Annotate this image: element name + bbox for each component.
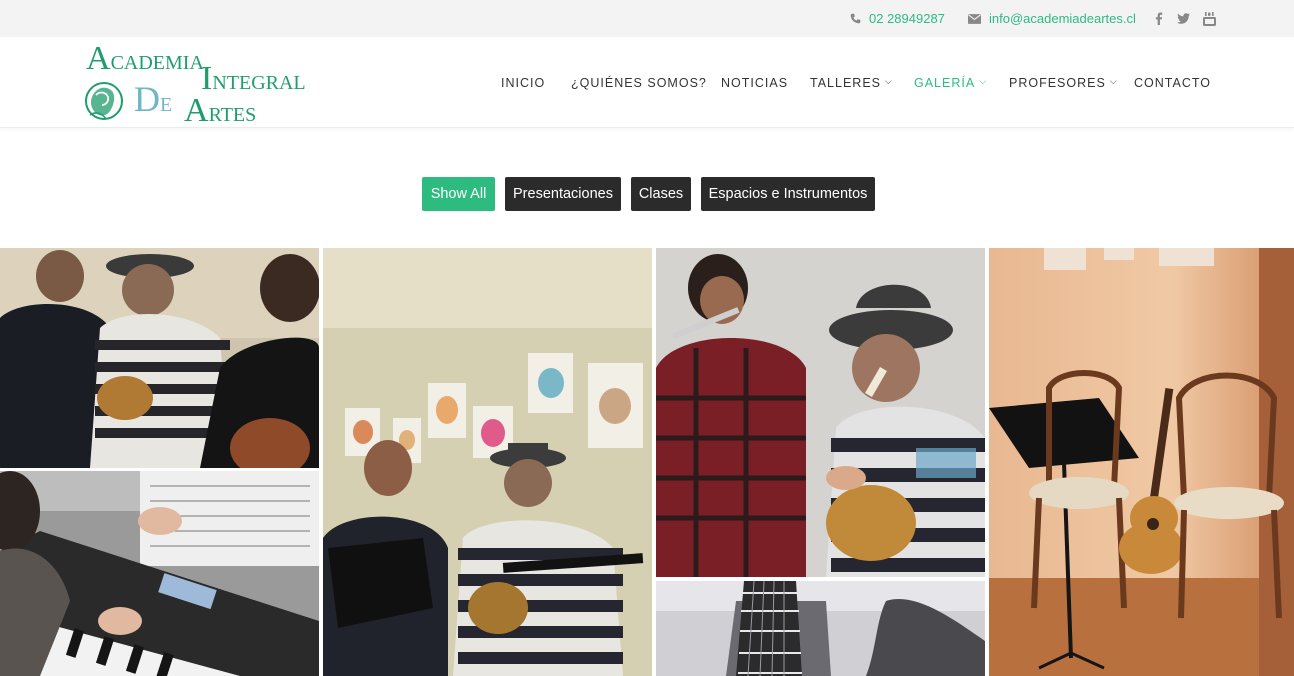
svg-text:DE: DE — [134, 79, 172, 119]
logo-a2-letter: A — [184, 92, 209, 127]
facebook-icon[interactable] — [1155, 0, 1163, 37]
gallery-photo-flute-duo[interactable] — [656, 248, 985, 577]
logo-rtes: RTES — [209, 104, 257, 126]
logo-ntegral: NTEGRAL — [212, 72, 305, 94]
logo-emblem-icon — [85, 82, 123, 120]
logo-e-letter: E — [160, 94, 172, 116]
logo-d-letter: D — [134, 79, 160, 119]
nav-item-profesores[interactable]: PROFESORES ⌵ — [1009, 37, 1118, 128]
filter-clases-button[interactable]: Clases — [631, 177, 691, 211]
site-logo[interactable]: ACADEMIA INTEGRAL DE ARTES — [84, 39, 306, 129]
gallery-photo-performance[interactable] — [323, 248, 652, 676]
phone-icon — [850, 13, 861, 24]
gallery-photo-piano[interactable] — [0, 471, 319, 676]
chevron-down-icon: ⌵ — [979, 76, 988, 86]
twitter-icon[interactable] — [1177, 0, 1190, 37]
chevron-down-icon: ⌵ — [1109, 76, 1118, 86]
nav-item-quienes-somos[interactable]: ¿QUIÉNES SOMOS? — [571, 37, 707, 128]
svg-text:INTEGRAL: INTEGRAL — [201, 60, 306, 97]
email-address: info@academiadeartes.cl — [989, 11, 1136, 26]
nav-item-contacto[interactable]: CONTACTO — [1134, 37, 1211, 128]
email-contact[interactable]: info@academiadeartes.cl — [968, 0, 1136, 37]
main-header: ACADEMIA INTEGRAL DE ARTES INICIO ¿QUIÉN… — [0, 37, 1294, 129]
gallery-photo-room-instruments[interactable] — [989, 248, 1294, 676]
chevron-down-icon: ⌵ — [885, 76, 893, 86]
svg-text:ARTES: ARTES — [184, 92, 256, 127]
nav-item-talleres[interactable]: TALLERES ⌵ — [810, 37, 893, 128]
logo-cademia: CADEMIA — [111, 52, 205, 74]
nav-item-inicio[interactable]: INICIO — [501, 37, 545, 128]
filter-show-all-button[interactable]: Show All — [422, 177, 495, 211]
phone-number: 02 28949287 — [869, 11, 945, 26]
logo-a-letter: A — [86, 40, 111, 77]
gallery-photo-guitar-neck[interactable] — [656, 581, 985, 676]
top-bar: 02 28949287 info@academiadeartes.cl — [0, 0, 1294, 37]
filter-espacios-button[interactable]: Espacios e Instrumentos — [701, 177, 875, 211]
gallery-photo-guitarists[interactable] — [0, 248, 319, 468]
envelope-icon — [968, 13, 981, 24]
nav-item-galeria[interactable]: GALERÍA ⌵ — [914, 37, 987, 128]
filter-presentaciones-button[interactable]: Presentaciones — [505, 177, 621, 211]
phone-contact[interactable]: 02 28949287 — [850, 0, 945, 37]
youtube-icon[interactable] — [1203, 0, 1216, 37]
nav-item-noticias[interactable]: NOTICIAS — [721, 37, 788, 128]
svg-text:ACADEMIA: ACADEMIA — [86, 40, 204, 77]
